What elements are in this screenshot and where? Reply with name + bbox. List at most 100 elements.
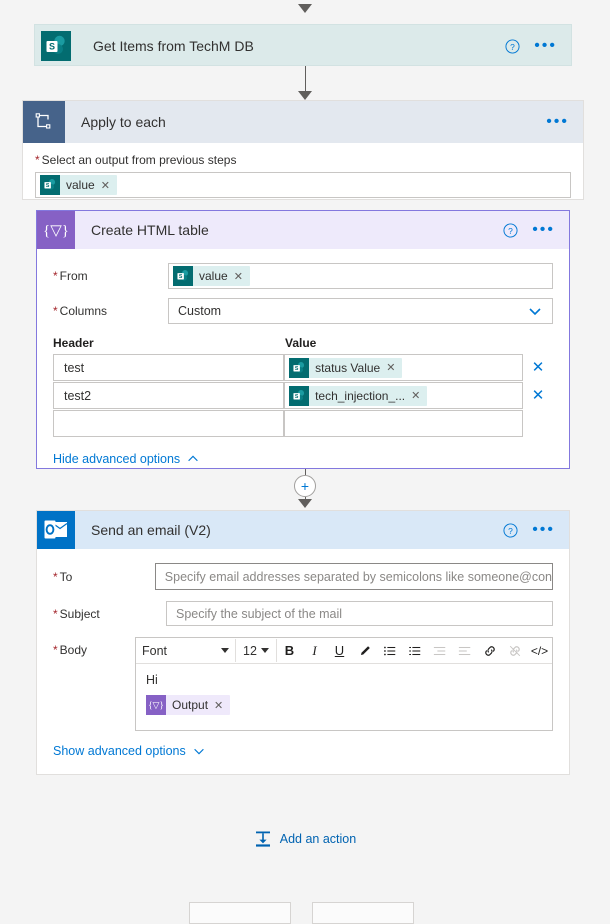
sharepoint-icon: S <box>173 266 193 286</box>
output-field-label: * Select an output from previous steps <box>35 153 237 167</box>
help-circle-icon[interactable]: ? <box>503 222 518 238</box>
chevron-down-icon[interactable] <box>527 303 543 319</box>
required-asterisk: * <box>53 606 58 621</box>
header-cell-input[interactable]: test <box>53 354 285 381</box>
header-cell-input[interactable] <box>53 410 285 437</box>
help-circle-icon[interactable]: ? <box>505 38 520 54</box>
connector-top <box>294 4 316 22</box>
italic-button[interactable]: I <box>302 639 327 662</box>
advanced-options-row: Show advanced options <box>37 731 569 758</box>
body-content-area[interactable]: Hi {▽} Output ✕ <box>136 664 552 724</box>
card-header: Apply to each ••• <box>23 101 583 143</box>
close-icon[interactable]: ✕ <box>214 699 230 712</box>
token-value[interactable]: S tech_injection_... ✕ <box>289 385 428 406</box>
to-field-placeholder: Specify email addresses separated by sem… <box>164 569 552 584</box>
subject-field-label: * Subject <box>53 606 100 621</box>
close-icon[interactable]: ✕ <box>532 387 545 404</box>
value-cell-input[interactable] <box>284 410 524 437</box>
numbered-list-icon[interactable] <box>377 639 402 662</box>
footer-button-left[interactable] <box>189 902 291 924</box>
body-text-line: Hi <box>146 673 158 687</box>
add-an-action-label: Add an action <box>279 832 357 846</box>
outlook-glyph <box>44 520 68 539</box>
token-label: tech_injection_... <box>315 388 406 403</box>
ellipsis-icon[interactable]: ••• <box>532 222 555 238</box>
required-asterisk: * <box>53 569 58 584</box>
action-card-create-html-table[interactable]: {▽} Create HTML table ? ••• * From S val… <box>36 210 570 469</box>
outlook-icon <box>37 511 75 549</box>
header-cell-input[interactable]: test2 <box>53 382 285 409</box>
chevron-up-icon <box>188 455 198 462</box>
body-field-label: * Body <box>53 643 88 657</box>
to-field-row: * To Specify email addresses separated by… <box>37 549 569 590</box>
bulleted-list-icon[interactable] <box>402 639 427 662</box>
required-asterisk: * <box>53 643 58 657</box>
column-header-header: Header <box>53 336 94 350</box>
font-family-dropdown[interactable]: Font <box>136 639 236 662</box>
required-asterisk: * <box>53 269 58 283</box>
show-advanced-options-link[interactable]: Show advanced options <box>53 744 206 758</box>
code-view-button[interactable]: </> <box>527 639 552 662</box>
token-value[interactable]: S value ✕ <box>40 175 117 195</box>
action-card-get-items[interactable]: S Get Items from TechM DB ? ••• <box>34 24 572 66</box>
close-icon[interactable]: ✕ <box>532 359 545 376</box>
footer-button-right[interactable] <box>312 902 414 924</box>
body-rich-text-editor[interactable]: Font 12 B I U </> Hi {▽} Output ✕ <box>135 637 553 731</box>
bold-button[interactable]: B <box>277 639 302 662</box>
subject-field-row: * Subject Specify the subject of the mail <box>37 590 569 626</box>
card-title: Get Items from TechM DB <box>93 38 254 54</box>
advanced-options-label: Show advanced options <box>53 744 186 758</box>
advanced-options-row: Hide advanced options <box>37 437 569 466</box>
sharepoint-glyph: S <box>46 35 65 54</box>
add-an-action-button[interactable]: Add an action <box>0 830 610 848</box>
card-title: Create HTML table <box>91 222 209 238</box>
underline-button[interactable]: U <box>327 639 352 662</box>
to-field-input[interactable]: Specify email addresses separated by sem… <box>154 563 553 590</box>
delete-row-button[interactable]: ✕ <box>523 388 553 403</box>
hide-advanced-options-link[interactable]: Hide advanced options <box>53 452 200 466</box>
action-card-send-email[interactable]: Send an email (V2) ? ••• * To Specify ema… <box>36 510 570 775</box>
columns-field-row: * Columns Custom <box>37 289 569 324</box>
value-cell-input[interactable]: S status Value ✕ <box>284 354 524 381</box>
close-icon[interactable]: ✕ <box>386 361 402 374</box>
ellipsis-icon[interactable]: ••• <box>534 38 557 54</box>
link-icon[interactable] <box>477 639 502 662</box>
token-value[interactable]: S status Value ✕ <box>289 357 403 378</box>
connector-2: + <box>294 469 316 511</box>
ellipsis-icon[interactable]: ••• <box>532 522 555 538</box>
svg-text:S: S <box>46 183 50 189</box>
from-field-input[interactable]: S value ✕ <box>168 263 553 289</box>
unlink-icon[interactable] <box>502 639 527 662</box>
subject-field-input[interactable]: Specify the subject of the mail <box>166 601 553 626</box>
font-size-value: 12 <box>243 643 257 658</box>
from-field-row: * From S value ✕ <box>37 249 569 289</box>
close-icon[interactable]: ✕ <box>411 389 427 402</box>
ellipsis-icon[interactable]: ••• <box>546 114 569 130</box>
help-circle-icon[interactable]: ? <box>503 522 518 538</box>
delete-row-button[interactable]: ✕ <box>523 360 553 375</box>
close-icon[interactable]: ✕ <box>234 270 250 283</box>
indent-icon[interactable] <box>452 639 477 662</box>
action-card-apply-to-each[interactable]: Apply to each ••• * Select an output from… <box>22 100 584 200</box>
svg-text:S: S <box>295 366 299 372</box>
pen-icon[interactable] <box>352 639 377 662</box>
columns-table-header-row: Header Value <box>53 336 553 350</box>
token-value[interactable]: S value ✕ <box>173 266 250 286</box>
insert-step-button[interactable]: + <box>294 475 316 497</box>
font-size-dropdown[interactable]: 12 <box>236 639 277 662</box>
to-field-label: * To <box>53 569 73 584</box>
font-family-value: Font <box>142 643 168 658</box>
token-output[interactable]: {▽} Output ✕ <box>146 695 231 715</box>
add-action-icon <box>255 831 270 847</box>
table-row: test2 S tech_injection_... ✕ ✕ <box>53 382 553 409</box>
token-label: status Value <box>315 360 381 375</box>
outdent-icon[interactable] <box>427 639 452 662</box>
value-cell-input[interactable]: S tech_injection_... ✕ <box>284 382 524 409</box>
output-field-input[interactable]: S value ✕ <box>35 172 571 198</box>
subject-field-placeholder: Specify the subject of the mail <box>176 606 343 621</box>
close-icon[interactable]: ✕ <box>101 179 117 192</box>
svg-text:S: S <box>49 42 55 52</box>
columns-dropdown[interactable]: Custom <box>168 298 553 324</box>
card-header: S Get Items from TechM DB ? ••• <box>35 25 571 67</box>
chevron-down-icon <box>193 748 204 755</box>
